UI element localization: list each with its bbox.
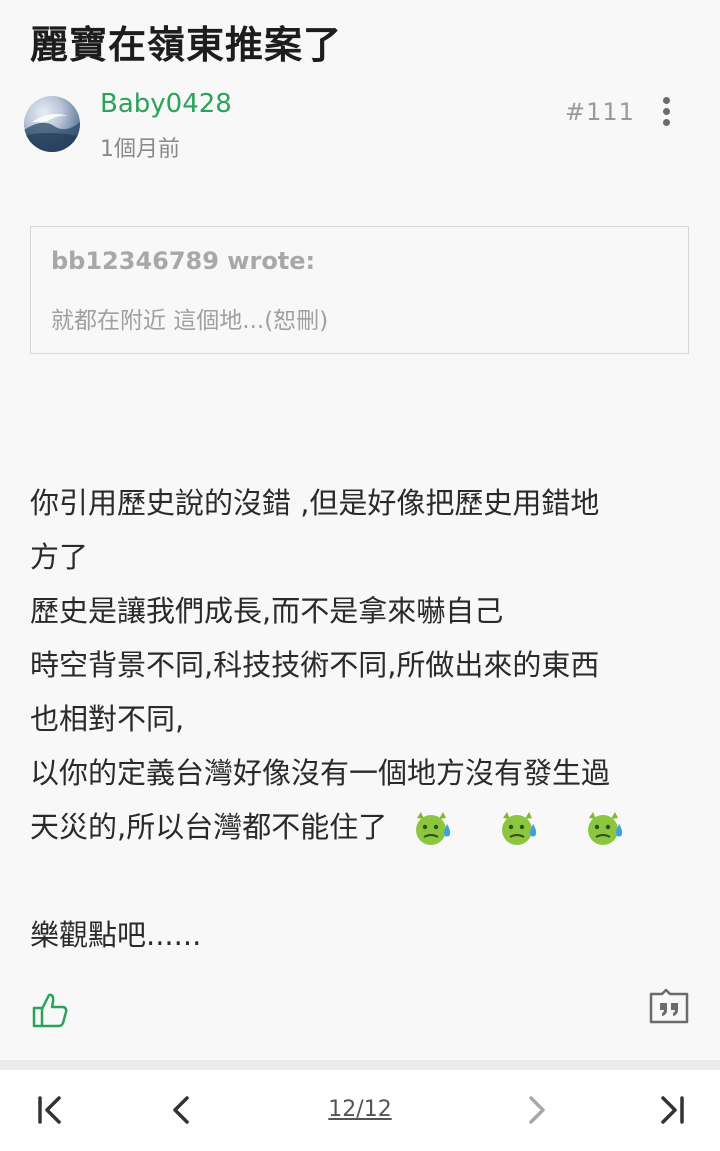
quote-icon: [649, 988, 689, 1024]
content-line: 樂觀點吧......: [30, 918, 202, 952]
content-line: 歷史是讓我們成長,而不是拿來嚇自己: [30, 594, 504, 628]
chevron-right-icon: [529, 1096, 545, 1124]
chevron-left-icon: [173, 1096, 189, 1124]
post-content: 你引用歷史說的沒錯 ,但是好像把歷史用錯地 方了 歷史是讓我們成長,而不是拿來嚇…: [30, 476, 695, 962]
more-options-button[interactable]: [652, 94, 682, 130]
post-time: 1個月前: [100, 137, 180, 162]
quote-text: 就都在附近 這個地...(恕刪): [51, 308, 329, 334]
content-line-with-emojis: 天災的,所以台灣都不能住了: [30, 800, 695, 854]
avatar[interactable]: [24, 96, 80, 152]
content-line: 時空背景不同,科技技術不同,所做出來的東西: [30, 648, 600, 682]
sweat-devil-icon: [581, 810, 627, 848]
prev-page-button[interactable]: [164, 1092, 200, 1128]
content-line: 天災的,所以台灣都不能住了: [30, 810, 388, 844]
thumbs-up-icon: [32, 993, 68, 1028]
avatar-image-icon: [24, 114, 80, 152]
sweat-devil-icon: [409, 810, 455, 848]
quote-block: bb12346789 wrote: 就都在附近 這個地...(恕刪): [30, 226, 689, 354]
next-page-button[interactable]: [518, 1092, 554, 1128]
more-dot-icon: [663, 97, 670, 104]
pagination-bar: 12/12: [0, 1070, 720, 1151]
sweat-devil-icon: [495, 810, 541, 848]
first-page-icon: [38, 1096, 61, 1124]
author-name[interactable]: Baby0428: [100, 89, 232, 119]
post-page: 麗寶在嶺東推案了 Baby0428 1個月前 #111 bb12346789 w…: [0, 0, 720, 1151]
last-page-button[interactable]: [654, 1092, 690, 1128]
section-divider: [0, 1060, 720, 1070]
floor-number: #111: [565, 98, 635, 126]
content-line: 你引用歷史說的沒錯 ,但是好像把歷史用錯地: [30, 486, 600, 520]
last-page-icon: [661, 1096, 684, 1124]
content-line: 也相對不同,: [30, 702, 185, 736]
content-line: 方了: [30, 540, 89, 574]
first-page-button[interactable]: [32, 1092, 68, 1128]
more-dot-icon: [663, 108, 670, 115]
content-line: 以你的定義台灣好像沒有一個地方沒有發生過: [30, 756, 611, 790]
page-indicator[interactable]: 12/12: [310, 1097, 410, 1122]
thread-title: 麗寶在嶺東推案了: [30, 23, 343, 67]
quote-reply-button[interactable]: [648, 988, 690, 1026]
quote-author: bb12346789 wrote:: [51, 247, 316, 275]
more-dot-icon: [663, 119, 670, 126]
like-button[interactable]: [30, 990, 70, 1030]
